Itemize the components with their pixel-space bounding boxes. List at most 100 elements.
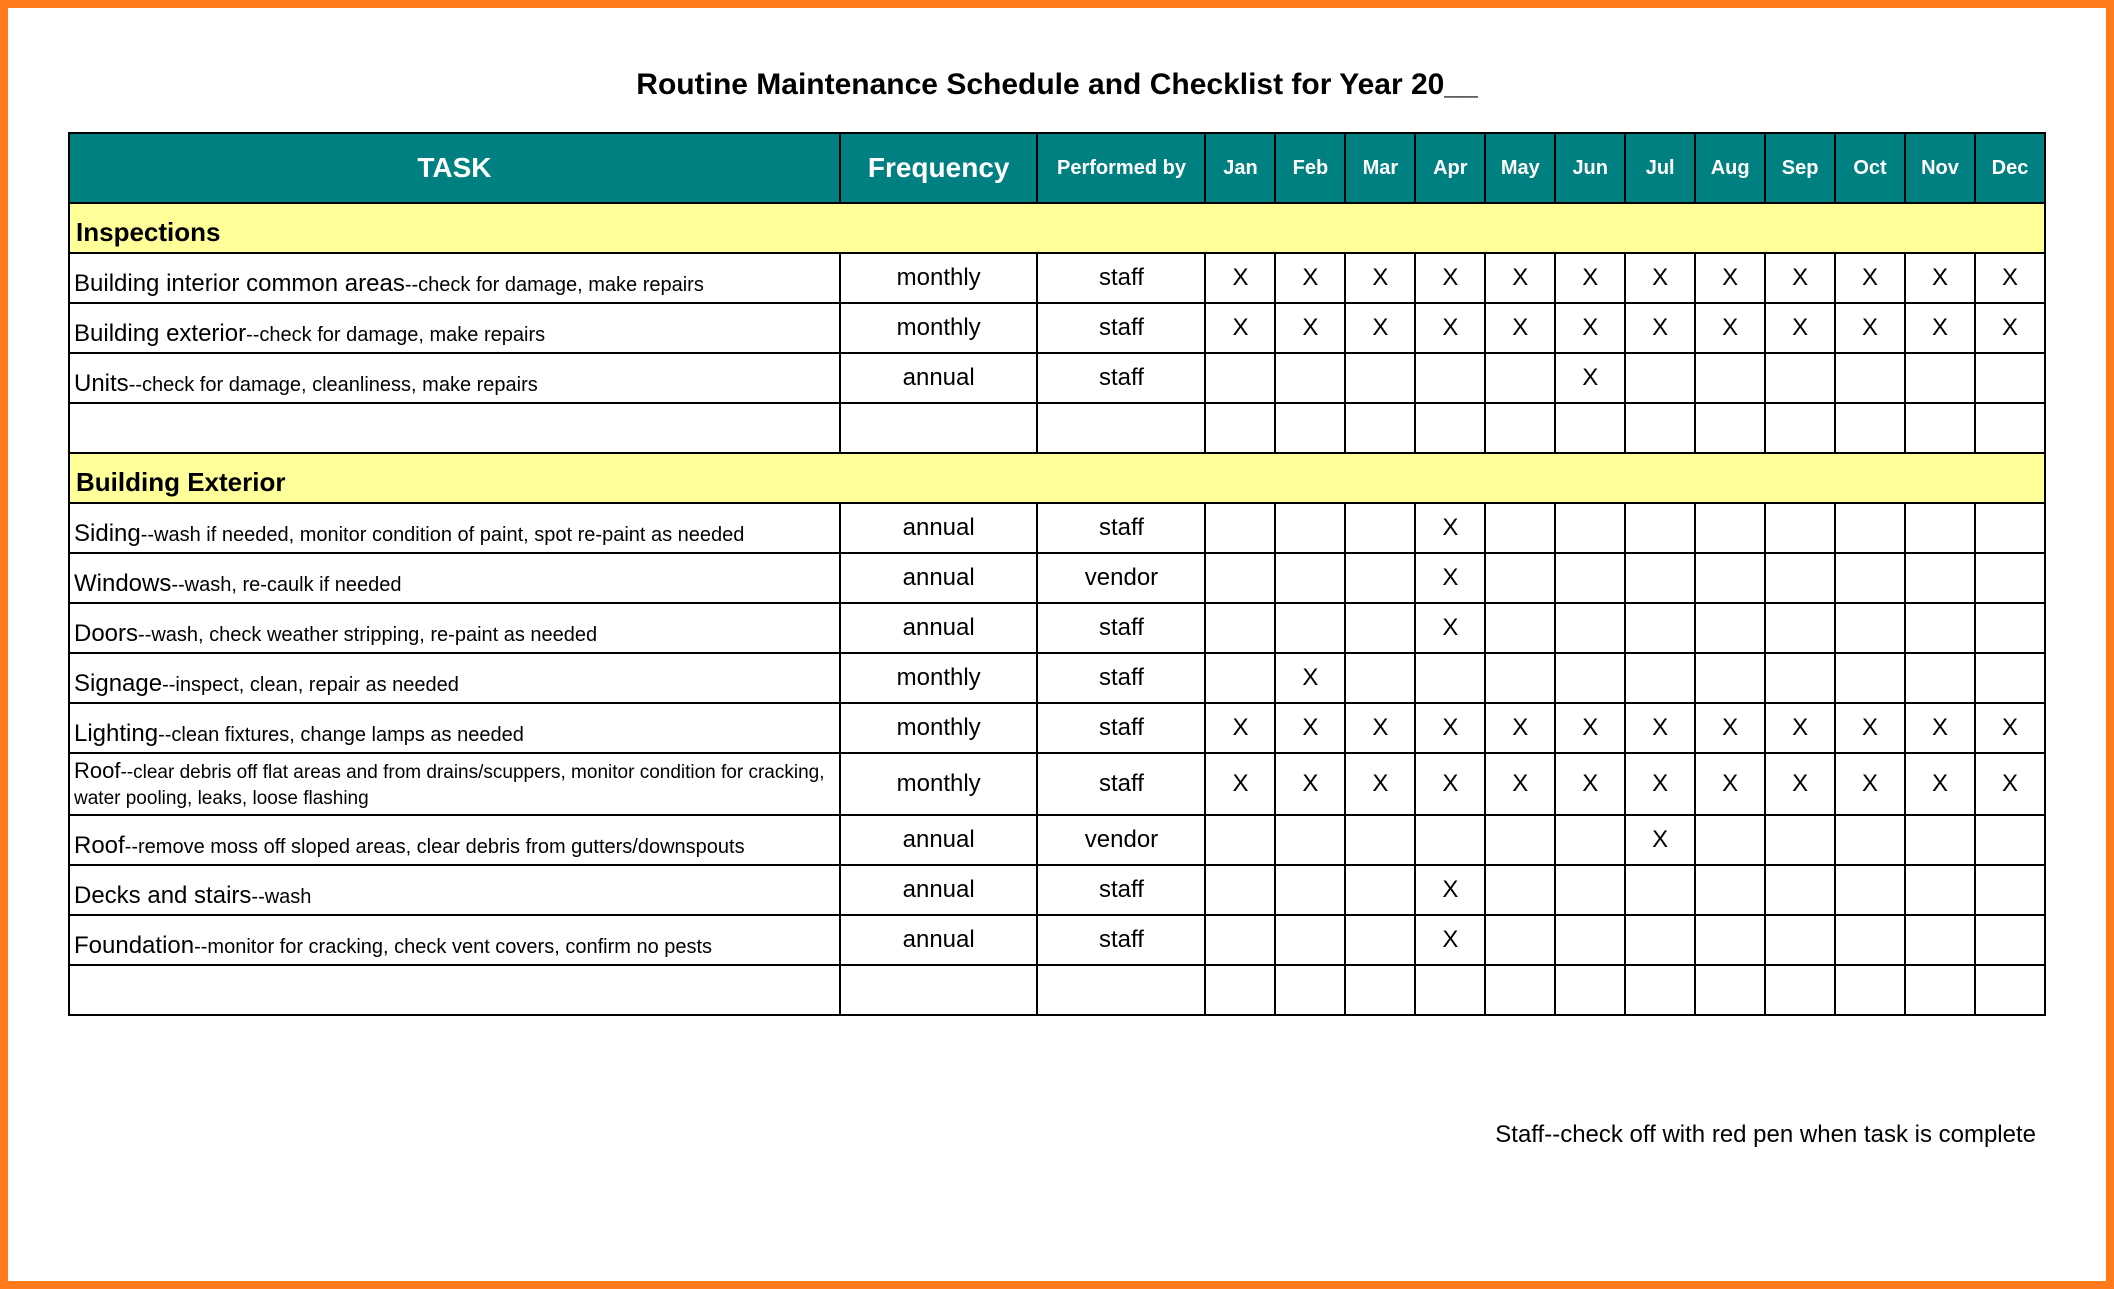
performed-by-cell: staff xyxy=(1037,703,1205,753)
month-cell: X xyxy=(1205,303,1275,353)
month-cell xyxy=(1345,353,1415,403)
task-cell: Building exterior--check for damage, mak… xyxy=(69,303,840,353)
month-cell xyxy=(1205,815,1275,865)
task-name: Units xyxy=(74,370,129,397)
header-month-dec: Dec xyxy=(1975,133,2045,203)
month-cell: X xyxy=(1625,815,1695,865)
month-cell xyxy=(1975,915,2045,965)
task-detail: --inspect, clean, repair as needed xyxy=(162,674,459,696)
month-cell xyxy=(1765,553,1835,603)
task-cell: Units--check for damage, cleanliness, ma… xyxy=(69,353,840,403)
month-cell xyxy=(1625,553,1695,603)
month-cell: X xyxy=(1485,703,1555,753)
header-month-mar: Mar xyxy=(1345,133,1415,203)
performed-by-cell: staff xyxy=(1037,253,1205,303)
header-month-aug: Aug xyxy=(1695,133,1765,203)
month-cell: X xyxy=(1835,303,1905,353)
task-detail: --wash, check weather stripping, re-pain… xyxy=(138,624,597,646)
frequency-cell xyxy=(840,403,1038,453)
section-row: Inspections xyxy=(69,203,2045,253)
month-cell xyxy=(1835,403,1905,453)
task-detail: --check for damage, cleanliness, make re… xyxy=(129,374,538,396)
table-row: Building interior common areas--check fo… xyxy=(69,253,2045,303)
task-cell: Signage--inspect, clean, repair as neede… xyxy=(69,653,840,703)
month-cell xyxy=(1485,653,1555,703)
month-cell: X xyxy=(1345,703,1415,753)
month-cell xyxy=(1975,503,2045,553)
month-cell xyxy=(1695,353,1765,403)
month-cell xyxy=(1345,403,1415,453)
frequency-cell: annual xyxy=(840,815,1038,865)
month-cell xyxy=(1555,403,1625,453)
task-cell xyxy=(69,403,840,453)
month-cell xyxy=(1975,353,2045,403)
task-cell: Doors--wash, check weather stripping, re… xyxy=(69,603,840,653)
month-cell: X xyxy=(1555,703,1625,753)
month-cell xyxy=(1555,503,1625,553)
task-cell: Roof--clear debris off flat areas and fr… xyxy=(69,753,840,815)
month-cell xyxy=(1765,865,1835,915)
month-cell: X xyxy=(1765,303,1835,353)
month-cell xyxy=(1555,965,1625,1015)
month-cell xyxy=(1835,915,1905,965)
table-row: Roof--clear debris off flat areas and fr… xyxy=(69,753,2045,815)
month-cell: X xyxy=(1695,253,1765,303)
frequency-cell: monthly xyxy=(840,653,1038,703)
month-cell xyxy=(1695,653,1765,703)
month-cell xyxy=(1205,603,1275,653)
month-cell: X xyxy=(1695,703,1765,753)
header-month-jan: Jan xyxy=(1205,133,1275,203)
task-detail: --wash, re-caulk if needed xyxy=(171,574,401,596)
month-cell xyxy=(1625,915,1695,965)
month-cell: X xyxy=(1415,703,1485,753)
month-cell xyxy=(1275,553,1345,603)
month-cell xyxy=(1695,603,1765,653)
month-cell xyxy=(1975,965,2045,1015)
performed-by-cell: staff xyxy=(1037,653,1205,703)
month-cell xyxy=(1695,865,1765,915)
month-cell: X xyxy=(1415,865,1485,915)
month-cell xyxy=(1905,553,1975,603)
task-name: Decks and stairs xyxy=(74,882,251,909)
month-cell xyxy=(1835,965,1905,1015)
maintenance-table: TASK Frequency Performed by Jan Feb Mar … xyxy=(68,132,2046,1016)
month-cell: X xyxy=(1205,703,1275,753)
task-detail: --check for damage, make repairs xyxy=(246,324,545,346)
task-cell: Foundation--monitor for cracking, check … xyxy=(69,915,840,965)
frequency-cell: monthly xyxy=(840,753,1038,815)
month-cell xyxy=(1205,965,1275,1015)
task-cell: Lighting--clean fixtures, change lamps a… xyxy=(69,703,840,753)
header-performed-by: Performed by xyxy=(1037,133,1205,203)
performed-by-cell: vendor xyxy=(1037,553,1205,603)
month-cell: X xyxy=(1625,703,1695,753)
month-cell: X xyxy=(1415,753,1485,815)
month-cell: X xyxy=(1765,253,1835,303)
month-cell xyxy=(1555,915,1625,965)
month-cell xyxy=(1555,653,1625,703)
month-cell xyxy=(1765,915,1835,965)
frequency-cell: annual xyxy=(840,553,1038,603)
table-row: Signage--inspect, clean, repair as neede… xyxy=(69,653,2045,703)
task-name: Siding xyxy=(74,520,141,547)
month-cell xyxy=(1205,403,1275,453)
performed-by-cell xyxy=(1037,403,1205,453)
header-month-nov: Nov xyxy=(1905,133,1975,203)
month-cell xyxy=(1205,553,1275,603)
table-row: Roof--remove moss off sloped areas, clea… xyxy=(69,815,2045,865)
performed-by-cell xyxy=(1037,965,1205,1015)
task-name: Windows xyxy=(74,570,171,597)
task-cell: Windows--wash, re-caulk if needed xyxy=(69,553,840,603)
month-cell xyxy=(1485,553,1555,603)
month-cell xyxy=(1275,965,1345,1015)
month-cell: X xyxy=(1415,553,1485,603)
month-cell xyxy=(1345,653,1415,703)
month-cell: X xyxy=(1415,503,1485,553)
task-detail: --monitor for cracking, check vent cover… xyxy=(194,936,712,958)
frequency-cell: annual xyxy=(840,603,1038,653)
header-frequency: Frequency xyxy=(840,133,1038,203)
month-cell: X xyxy=(1975,303,2045,353)
month-cell: X xyxy=(1695,303,1765,353)
month-cell xyxy=(1625,865,1695,915)
month-cell xyxy=(1485,815,1555,865)
task-name: Roof xyxy=(74,758,120,783)
